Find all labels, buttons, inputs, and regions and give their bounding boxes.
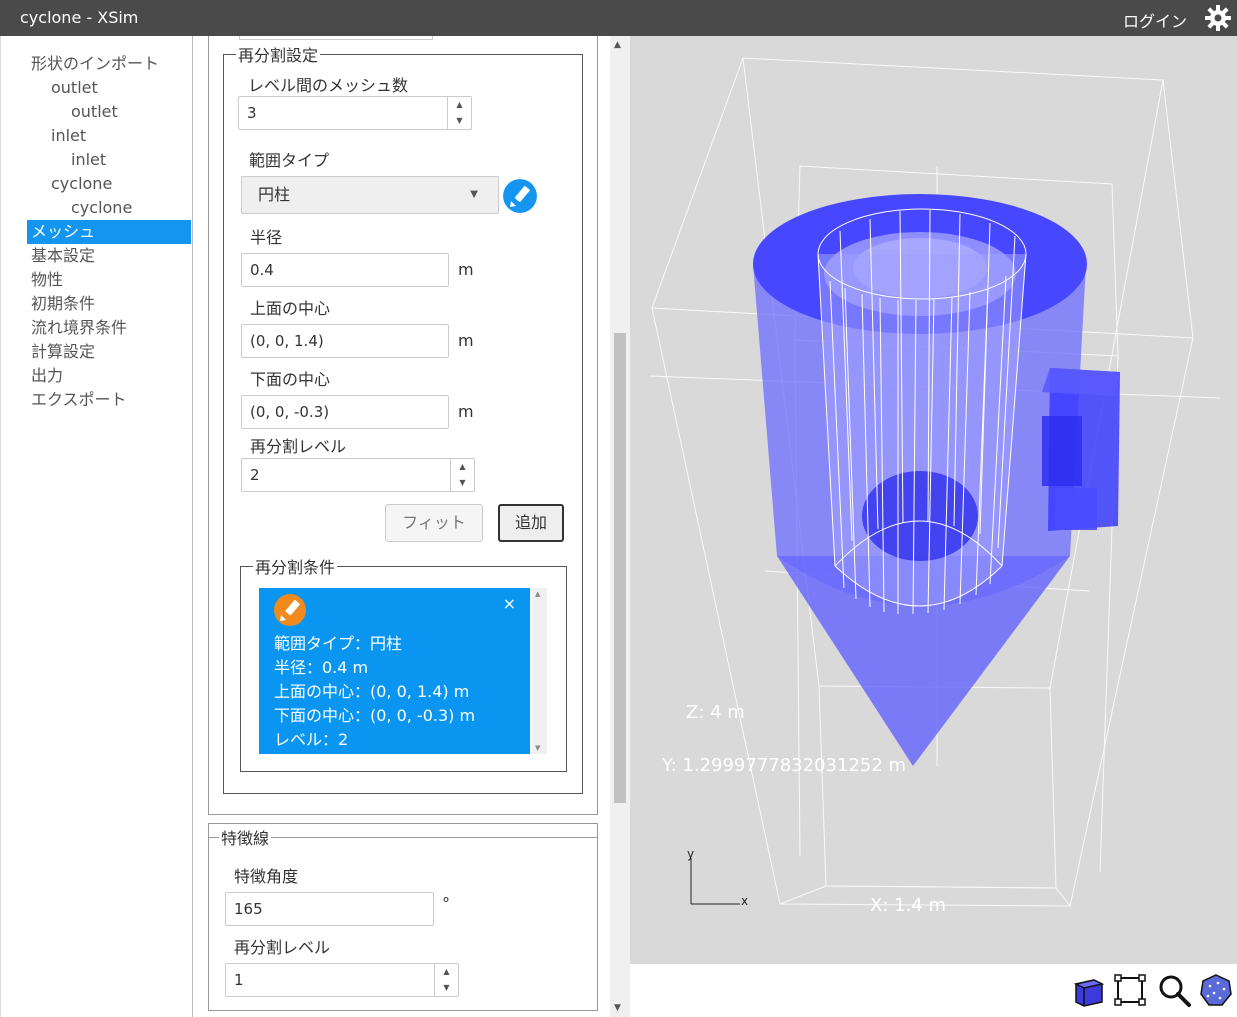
sidebar-item-output[interactable]: 出力 xyxy=(1,364,192,388)
cube-view-icon[interactable] xyxy=(1070,972,1106,1008)
refine-level-value: 2 xyxy=(250,466,260,484)
conditions-list: × 範囲タイプ：円柱 半径：0.4 m 上面の中心：(0, 0, 1.4) m … xyxy=(259,588,547,754)
sidebar-item-inlet[interactable]: inlet xyxy=(1,148,192,172)
login-link[interactable]: ログイン xyxy=(1123,8,1187,32)
condition-range-type: 範囲タイプ：円柱 xyxy=(274,634,403,653)
sidebar-item-basic-settings[interactable]: 基本設定 xyxy=(1,244,192,268)
sidebar-item-properties[interactable]: 物性 xyxy=(1,268,192,292)
mesh-between-levels-stepper[interactable]: 3 ▲ ▼ xyxy=(238,96,472,130)
top-center-unit: m xyxy=(458,331,474,350)
stepper-up-icon[interactable]: ▲ xyxy=(448,97,471,113)
stepper-up-icon[interactable]: ▲ xyxy=(451,459,474,475)
viewer-toolbar xyxy=(630,964,1237,1017)
z-dimension-label: Z: 4 m xyxy=(686,702,745,723)
stepper-down-icon[interactable]: ▼ xyxy=(448,113,471,129)
feature-level-stepper[interactable]: 1 ▲ ▼ xyxy=(225,963,459,997)
feature-angle-unit: ° xyxy=(442,894,450,913)
sidebar-item-inlet-group[interactable]: inlet xyxy=(1,124,192,148)
refine-level-label: 再分割レベル xyxy=(250,437,347,456)
sidebar-item-cyclone[interactable]: cyclone xyxy=(1,196,192,220)
condition-item[interactable]: × 範囲タイプ：円柱 半径：0.4 m 上面の中心：(0, 0, 1.4) m … xyxy=(259,588,530,754)
sidebar-item-import[interactable]: 形状のインポート xyxy=(1,52,192,76)
feature-level-label: 再分割レベル xyxy=(234,938,331,957)
scroll-up-icon[interactable]: ▲ xyxy=(614,40,621,50)
3d-scene[interactable] xyxy=(630,36,1237,964)
title-bar: cyclone - XSim ログイン xyxy=(0,0,1237,36)
nav-tree: 形状のインポート outlet outlet inlet inlet cyclo… xyxy=(1,36,192,412)
stepper-up-icon[interactable]: ▲ xyxy=(435,964,458,980)
add-button[interactable]: 追加 xyxy=(498,504,564,542)
panel-scrollbar[interactable]: ▲ ▼ xyxy=(610,36,630,1017)
sidebar-item-export[interactable]: エクスポート xyxy=(1,388,192,412)
sidebar-item-outlet[interactable]: outlet xyxy=(1,100,192,124)
bottom-center-label: 下面の中心 xyxy=(250,370,331,389)
close-icon[interactable]: × xyxy=(503,594,516,613)
bottom-center-input[interactable]: (0, 0, -0.3) xyxy=(241,395,449,429)
top-center-label: 上面の中心 xyxy=(250,299,331,318)
3d-viewer[interactable]: Z: 4 m Y: 1.2999777832031252 m X: 1.4 m … xyxy=(630,36,1237,964)
refine-settings-legend: 再分割設定 xyxy=(238,46,319,65)
mesh-between-levels-value: 3 xyxy=(247,104,257,122)
axis-y-label: y xyxy=(687,847,695,861)
feature-level-value: 1 xyxy=(234,971,244,989)
radius-unit: m xyxy=(458,260,474,279)
stepper-arrows[interactable]: ▲ ▼ xyxy=(447,97,471,129)
gear-icon[interactable] xyxy=(1205,5,1231,31)
brush-blue-icon[interactable] xyxy=(503,179,537,213)
range-type-select[interactable]: 円柱 ▼ xyxy=(241,176,499,214)
sidebar-item-mesh[interactable]: メッシュ xyxy=(27,220,191,244)
scroll-up-icon[interactable]: ▲ xyxy=(535,590,540,598)
condition-level: レベル：2 xyxy=(274,730,349,749)
mesh-sphere-icon[interactable] xyxy=(1198,972,1234,1008)
stepper-down-icon[interactable]: ▼ xyxy=(435,980,458,996)
sidebar-item-outlet-group[interactable]: outlet xyxy=(1,76,192,100)
sidebar: 形状のインポート outlet outlet inlet inlet cyclo… xyxy=(0,36,193,1017)
fit-bounds-icon[interactable] xyxy=(1112,972,1148,1008)
range-type-label: 範囲タイプ xyxy=(249,151,330,170)
scroll-thumb[interactable] xyxy=(614,333,626,803)
radius-label: 半径 xyxy=(250,228,283,247)
condition-bottom-center: 下面の中心：(0, 0, -0.3) m xyxy=(274,706,476,725)
y-dimension-label: Y: 1.2999777832031252 m xyxy=(662,755,907,776)
condition-top-center: 上面の中心：(0, 0, 1.4) m xyxy=(274,682,470,701)
scroll-down-icon[interactable]: ▼ xyxy=(535,744,540,752)
feature-lines-legend: 特徴線 xyxy=(221,829,270,848)
mesh-between-levels-label: レベル間のメッシュ数 xyxy=(248,76,409,95)
conditions-scrollbar[interactable]: ▲ ▼ xyxy=(532,588,547,754)
axis-x-label: x xyxy=(741,894,749,908)
bottom-center-unit: m xyxy=(458,402,474,421)
x-dimension-label: X: 1.4 m xyxy=(870,895,946,916)
refine-level-stepper[interactable]: 2 ▲ ▼ xyxy=(241,458,475,492)
feature-angle-label: 特徴角度 xyxy=(234,867,299,886)
axis-gizmo xyxy=(690,858,740,905)
brush-orange-icon xyxy=(274,594,306,626)
fit-button[interactable]: フィット xyxy=(385,504,483,542)
scrolled-input-edge xyxy=(239,36,433,40)
settings-panel: 再分割設定 レベル間のメッシュ数 3 ▲ ▼ 範囲タイプ 円柱 ▼ 半径 0.4 … xyxy=(194,36,629,1017)
radius-input[interactable]: 0.4 xyxy=(241,253,449,287)
stepper-arrows[interactable]: ▲ ▼ xyxy=(450,459,474,491)
app-title: cyclone - XSim xyxy=(20,8,139,27)
condition-radius: 半径：0.4 m xyxy=(274,658,369,677)
zoom-icon[interactable] xyxy=(1156,972,1192,1008)
sidebar-item-initial-conditions[interactable]: 初期条件 xyxy=(1,292,192,316)
stepper-arrows[interactable]: ▲ ▼ xyxy=(434,964,458,996)
scroll-down-icon[interactable]: ▼ xyxy=(614,1003,621,1013)
feature-angle-input[interactable]: 165 xyxy=(225,892,434,926)
sidebar-item-cyclone-group[interactable]: cyclone xyxy=(1,172,192,196)
chevron-down-icon: ▼ xyxy=(470,189,478,200)
refine-conditions-legend: 再分割条件 xyxy=(255,558,336,577)
stepper-down-icon[interactable]: ▼ xyxy=(451,475,474,491)
sidebar-item-calc-settings[interactable]: 計算設定 xyxy=(1,340,192,364)
sidebar-item-flow-boundary[interactable]: 流れ境界条件 xyxy=(1,316,192,340)
top-center-input[interactable]: (0, 0, 1.4) xyxy=(241,324,449,358)
range-type-value: 円柱 xyxy=(258,185,291,204)
